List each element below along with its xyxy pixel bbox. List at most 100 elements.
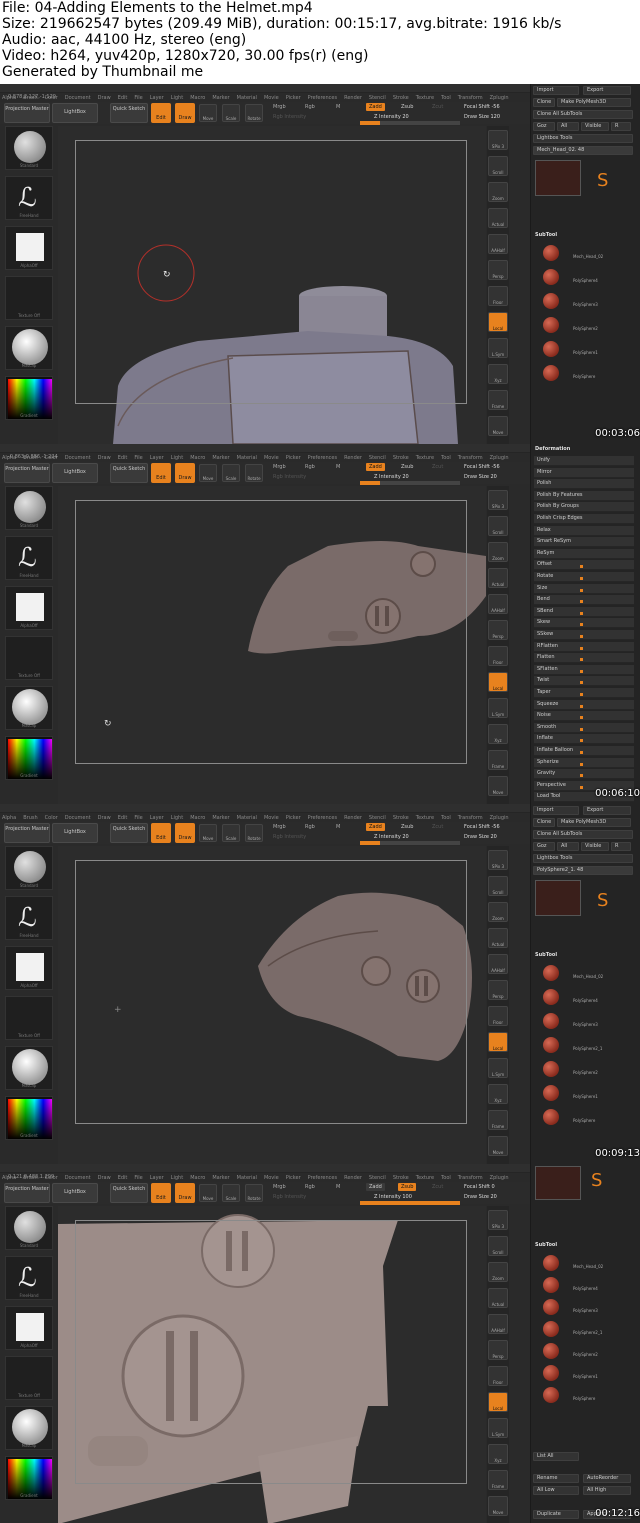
deformation-row[interactable]: Polish By Features: [534, 490, 634, 501]
deformation-row[interactable]: Inflate: [534, 734, 634, 745]
goz-all-button[interactable]: All: [557, 122, 579, 131]
subtool-item[interactable]: PolySphere: [535, 1106, 631, 1128]
view-button-floor[interactable]: Floor: [488, 1366, 508, 1386]
document-canvas[interactable]: +: [58, 846, 486, 1164]
m-button[interactable]: M: [336, 1184, 340, 1190]
make-polymesh-button[interactable]: Make PolyMesh3D: [557, 98, 631, 107]
import-button[interactable]: Import: [533, 806, 579, 815]
edit-button[interactable]: Edit: [151, 103, 171, 123]
z-intensity-slider[interactable]: Z Intensity 100: [374, 1194, 412, 1200]
draw-size-slider[interactable]: Draw Size 20: [464, 474, 497, 480]
zcut-button[interactable]: Zcut: [432, 464, 443, 470]
rename-button[interactable]: Rename: [533, 1474, 579, 1483]
deformation-row[interactable]: Offset: [534, 560, 634, 571]
rgb-button[interactable]: Rgb: [305, 1184, 315, 1190]
shelf-tile[interactable]: AlphaOff: [5, 946, 53, 990]
deformation-row[interactable]: Twist: [534, 676, 634, 687]
edit-button[interactable]: Edit: [151, 1183, 171, 1203]
view-button-local[interactable]: Local: [488, 312, 508, 332]
focal-shift-slider[interactable]: Focal Shift -56: [464, 464, 500, 470]
view-button-zoom[interactable]: Zoom: [488, 902, 508, 922]
goz-button[interactable]: Goz: [533, 842, 555, 851]
deformation-row[interactable]: Polish Crisp Edges: [534, 514, 634, 524]
view-button-floor[interactable]: Floor: [488, 646, 508, 666]
view-button-spix-3[interactable]: SPix 3: [488, 850, 508, 870]
subtool-item[interactable]: PolySphere: [535, 1384, 631, 1406]
draw-size-slider[interactable]: Draw Size 20: [464, 1194, 497, 1200]
clone-all-subtools-button[interactable]: Clone All SubTools: [533, 830, 633, 839]
view-button-frame[interactable]: Frame: [488, 750, 508, 770]
view-button-local[interactable]: Local: [488, 1032, 508, 1052]
view-button-xyz[interactable]: Xyz: [488, 1084, 508, 1104]
subtool-item[interactable]: PolySphere3: [535, 1010, 631, 1032]
shelf-tile[interactable]: ℒ FreeHand: [5, 176, 53, 220]
subtool-item[interactable]: PolySphere2: [535, 1340, 631, 1362]
clone-all-subtools-button[interactable]: Clone All SubTools: [533, 110, 633, 119]
deformation-row[interactable]: SBend: [534, 606, 634, 617]
move-button[interactable]: Move: [199, 1184, 217, 1202]
view-button-l-sym[interactable]: L.Sym: [488, 338, 508, 358]
subtool-item[interactable]: Mech_Head_02: [535, 1252, 631, 1274]
deformation-row[interactable]: Unify: [534, 456, 634, 466]
scale-button[interactable]: Scale: [222, 1184, 240, 1202]
view-button-aahalf[interactable]: AAHalf: [488, 1314, 508, 1334]
goz-all-button[interactable]: All: [557, 842, 579, 851]
quick-sketch-button[interactable]: Quick Sketch: [110, 103, 148, 123]
current-tool-slider[interactable]: PolySphere2_1. 48: [533, 866, 633, 875]
shelf-tile[interactable]: ℒ FreeHand: [5, 1256, 53, 1300]
m-button[interactable]: M: [336, 104, 340, 110]
deformation-row[interactable]: Squeeze: [534, 699, 634, 710]
deformation-row[interactable]: Flatten: [534, 653, 634, 664]
zadd-button[interactable]: Zadd: [366, 463, 385, 471]
view-button-spix-3[interactable]: SPix 3: [488, 1210, 508, 1230]
view-button-xyz[interactable]: Xyz: [488, 724, 508, 744]
view-button-zoom[interactable]: Zoom: [488, 182, 508, 202]
view-button-actual[interactable]: Actual: [488, 208, 508, 228]
z-intensity-bar[interactable]: [360, 121, 460, 125]
view-button-zoom[interactable]: Zoom: [488, 1262, 508, 1282]
view-button-l-sym[interactable]: L.Sym: [488, 1058, 508, 1078]
subtool-item[interactable]: PolySphere3: [535, 290, 631, 312]
view-button-frame[interactable]: Frame: [488, 1110, 508, 1130]
deformation-row[interactable]: Smooth: [534, 722, 634, 733]
shelf-tile[interactable]: ℒ FreeHand: [5, 896, 53, 940]
view-button-aahalf[interactable]: AAHalf: [488, 594, 508, 614]
shelf-tile[interactable]: Texture Off: [5, 996, 53, 1040]
deformation-row[interactable]: Inflate Balloon: [534, 746, 634, 756]
view-button-actual[interactable]: Actual: [488, 928, 508, 948]
rotate-button[interactable]: Rotate: [245, 1184, 263, 1202]
autoreorder-button[interactable]: AutoReorder: [583, 1474, 631, 1483]
deformation-row[interactable]: RFlatten: [534, 641, 634, 652]
subtool-item[interactable]: PolySphere2_1: [535, 1034, 631, 1056]
zadd-button[interactable]: Zadd: [366, 1183, 385, 1191]
rgb-intensity-slider[interactable]: Rgb Intensity: [273, 114, 306, 120]
deformation-row[interactable]: Polish: [534, 479, 634, 490]
draw-button[interactable]: Draw: [175, 823, 195, 843]
rgb-intensity-slider[interactable]: Rgb Intensity: [273, 474, 306, 480]
view-button-l-sym[interactable]: L.Sym: [488, 1418, 508, 1438]
view-button-floor[interactable]: Floor: [488, 1006, 508, 1026]
z-intensity-slider[interactable]: Z Intensity 20: [374, 834, 409, 840]
scale-button[interactable]: Scale: [222, 824, 240, 842]
view-button-spix-3[interactable]: SPix 3: [488, 130, 508, 150]
view-button-persp[interactable]: Persp: [488, 980, 508, 1000]
zsub-button[interactable]: Zsub: [398, 823, 416, 831]
subtool-item[interactable]: PolySphere4: [535, 1274, 631, 1296]
view-button-move[interactable]: Move: [488, 1136, 508, 1156]
view-button-move[interactable]: Move: [488, 416, 508, 436]
edit-button[interactable]: Edit: [151, 463, 171, 483]
deformation-row[interactable]: Rotate: [534, 572, 634, 582]
shelf-tile[interactable]: Matcap: [5, 686, 53, 730]
shelf-tile[interactable]: Standard: [5, 126, 53, 170]
shelf-tile[interactable]: AlphaOff: [5, 226, 53, 270]
mrgb-button[interactable]: Mrgb: [273, 104, 286, 110]
shelf-tile[interactable]: Matcap: [5, 326, 53, 370]
subtool-item[interactable]: PolySphere2: [535, 1058, 631, 1080]
rotate-button[interactable]: Rotate: [245, 464, 263, 482]
deformation-row[interactable]: Taper: [534, 688, 634, 698]
lightbox-button[interactable]: LightBox: [52, 823, 98, 843]
z-intensity-slider[interactable]: Z Intensity 20: [374, 114, 409, 120]
focal-shift-slider[interactable]: Focal Shift -56: [464, 824, 500, 830]
deformation-row[interactable]: Smart ReSym: [534, 537, 634, 548]
z-intensity-bar[interactable]: [360, 481, 460, 485]
